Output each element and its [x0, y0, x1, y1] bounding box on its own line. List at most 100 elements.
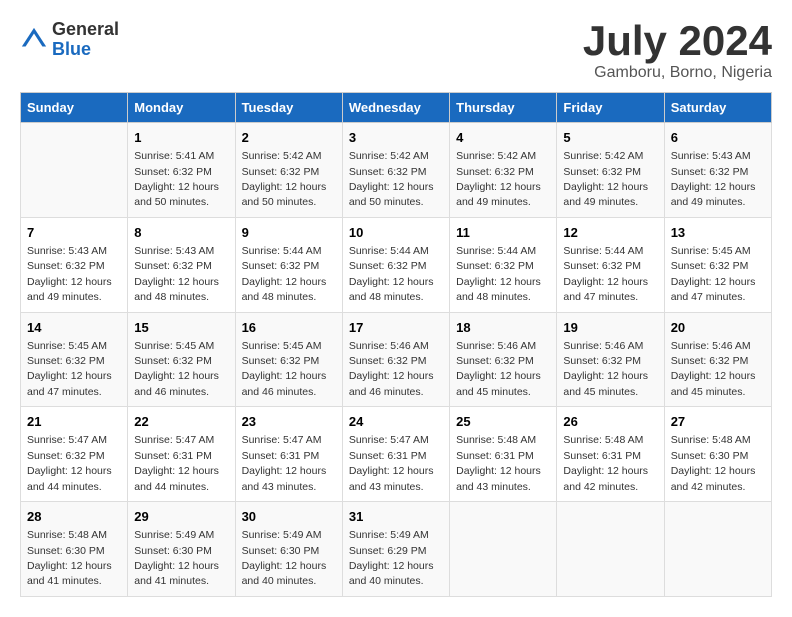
- day-info: Sunrise: 5:49 AM Sunset: 6:30 PM Dayligh…: [134, 529, 219, 587]
- col-header-thursday: Thursday: [450, 93, 557, 123]
- day-info: Sunrise: 5:48 AM Sunset: 6:31 PM Dayligh…: [563, 434, 648, 492]
- calendar-cell: 11Sunrise: 5:44 AM Sunset: 6:32 PM Dayli…: [450, 217, 557, 312]
- day-number: 4: [456, 129, 550, 147]
- day-info: Sunrise: 5:47 AM Sunset: 6:32 PM Dayligh…: [27, 434, 112, 492]
- day-info: Sunrise: 5:47 AM Sunset: 6:31 PM Dayligh…: [349, 434, 434, 492]
- day-info: Sunrise: 5:49 AM Sunset: 6:29 PM Dayligh…: [349, 529, 434, 587]
- calendar-table: SundayMondayTuesdayWednesdayThursdayFrid…: [20, 92, 772, 597]
- day-number: 14: [27, 319, 121, 337]
- calendar-cell: 3 Sunrise: 5:42 AM Sunset: 6:32 PM Daylig…: [342, 123, 449, 218]
- col-header-friday: Friday: [557, 93, 664, 123]
- col-header-tuesday: Tuesday: [235, 93, 342, 123]
- day-info: Sunrise: 5:43 AM Sunset: 6:32 PM Dayligh…: [134, 245, 219, 303]
- day-number: 19: [563, 319, 657, 337]
- day-number: 12: [563, 224, 657, 242]
- calendar-cell: 7 Sunrise: 5:43 AM Sunset: 6:32 PM Daylig…: [21, 217, 128, 312]
- day-number: 27: [671, 413, 765, 431]
- calendar-cell: 14 Sunrise: 5:45 AM Sunset: 6:32 PM Dayli…: [21, 312, 128, 407]
- day-number: 30: [242, 508, 336, 526]
- logo-general: General: [52, 20, 119, 40]
- day-info: Sunrise: 5:45 AM Sunset: 6:32 PM Dayligh…: [134, 340, 219, 398]
- calendar-cell: 16Sunrise: 5:45 AM Sunset: 6:32 PM Dayli…: [235, 312, 342, 407]
- col-header-wednesday: Wednesday: [342, 93, 449, 123]
- calendar-cell: 5 Sunrise: 5:42 AM Sunset: 6:32 PM Daylig…: [557, 123, 664, 218]
- day-number: 28: [27, 508, 121, 526]
- calendar-cell: 22 Sunrise: 5:47 AM Sunset: 6:31 PM Dayli…: [128, 407, 235, 502]
- day-info: Sunrise: 5:46 AM Sunset: 6:32 PM Dayligh…: [456, 340, 541, 398]
- logo-blue: Blue: [52, 40, 119, 60]
- calendar-cell: 20Sunrise: 5:46 AM Sunset: 6:32 PM Dayli…: [664, 312, 771, 407]
- week-row-4: 21 Sunrise: 5:47 AM Sunset: 6:32 PM Dayli…: [21, 407, 772, 502]
- calendar-cell: 15 Sunrise: 5:45 AM Sunset: 6:32 PM Dayli…: [128, 312, 235, 407]
- day-number: 8: [134, 224, 228, 242]
- day-number: 24: [349, 413, 443, 431]
- day-number: 1: [134, 129, 228, 147]
- calendar-cell: 1Sunrise: 5:41 AM Sunset: 6:32 PM Daylig…: [128, 123, 235, 218]
- day-number: 7: [27, 224, 121, 242]
- day-info: Sunrise: 5:44 AM Sunset: 6:32 PM Dayligh…: [456, 245, 541, 303]
- day-info: Sunrise: 5:46 AM Sunset: 6:32 PM Dayligh…: [671, 340, 756, 398]
- calendar-cell: 8 Sunrise: 5:43 AM Sunset: 6:32 PM Daylig…: [128, 217, 235, 312]
- calendar-cell: 28 Sunrise: 5:48 AM Sunset: 6:30 PM Dayli…: [21, 502, 128, 597]
- week-row-1: 1Sunrise: 5:41 AM Sunset: 6:32 PM Daylig…: [21, 123, 772, 218]
- week-row-2: 7 Sunrise: 5:43 AM Sunset: 6:32 PM Daylig…: [21, 217, 772, 312]
- calendar-cell: 19 Sunrise: 5:46 AM Sunset: 6:32 PM Dayli…: [557, 312, 664, 407]
- week-row-3: 14 Sunrise: 5:45 AM Sunset: 6:32 PM Dayli…: [21, 312, 772, 407]
- day-number: 17: [349, 319, 443, 337]
- col-header-sunday: Sunday: [21, 93, 128, 123]
- calendar-cell: 24 Sunrise: 5:47 AM Sunset: 6:31 PM Dayli…: [342, 407, 449, 502]
- day-info: Sunrise: 5:42 AM Sunset: 6:32 PM Dayligh…: [349, 150, 434, 208]
- calendar-cell: 10Sunrise: 5:44 AM Sunset: 6:32 PM Dayli…: [342, 217, 449, 312]
- calendar-cell: 30Sunrise: 5:49 AM Sunset: 6:30 PM Dayli…: [235, 502, 342, 597]
- day-info: Sunrise: 5:44 AM Sunset: 6:32 PM Dayligh…: [563, 245, 648, 303]
- col-header-monday: Monday: [128, 93, 235, 123]
- day-number: 15: [134, 319, 228, 337]
- day-info: Sunrise: 5:48 AM Sunset: 6:30 PM Dayligh…: [671, 434, 756, 492]
- title-section: July 2024 Gamboru, Borno, Nigeria: [583, 20, 772, 82]
- day-info: Sunrise: 5:42 AM Sunset: 6:32 PM Dayligh…: [242, 150, 327, 208]
- day-info: Sunrise: 5:46 AM Sunset: 6:32 PM Dayligh…: [349, 340, 434, 398]
- calendar-cell: 13 Sunrise: 5:45 AM Sunset: 6:32 PM Dayli…: [664, 217, 771, 312]
- day-number: 18: [456, 319, 550, 337]
- calendar-cell: 17 Sunrise: 5:46 AM Sunset: 6:32 PM Dayli…: [342, 312, 449, 407]
- logo-text: General Blue: [52, 20, 119, 60]
- calendar-cell: [21, 123, 128, 218]
- day-info: Sunrise: 5:44 AM Sunset: 6:32 PM Dayligh…: [349, 245, 434, 303]
- day-info: Sunrise: 5:47 AM Sunset: 6:31 PM Dayligh…: [134, 434, 219, 492]
- calendar-cell: 29 Sunrise: 5:49 AM Sunset: 6:30 PM Dayli…: [128, 502, 235, 597]
- day-number: 3: [349, 129, 443, 147]
- calendar-cell: 4Sunrise: 5:42 AM Sunset: 6:32 PM Daylig…: [450, 123, 557, 218]
- page-header: General Blue July 2024 Gamboru, Borno, N…: [20, 20, 772, 82]
- calendar-cell: [450, 502, 557, 597]
- day-info: Sunrise: 5:43 AM Sunset: 6:32 PM Dayligh…: [27, 245, 112, 303]
- subtitle: Gamboru, Borno, Nigeria: [583, 64, 772, 82]
- calendar-cell: 2 Sunrise: 5:42 AM Sunset: 6:32 PM Daylig…: [235, 123, 342, 218]
- day-info: Sunrise: 5:45 AM Sunset: 6:32 PM Dayligh…: [671, 245, 756, 303]
- calendar-cell: 27 Sunrise: 5:48 AM Sunset: 6:30 PM Dayli…: [664, 407, 771, 502]
- day-info: Sunrise: 5:46 AM Sunset: 6:32 PM Dayligh…: [563, 340, 648, 398]
- day-info: Sunrise: 5:45 AM Sunset: 6:32 PM Dayligh…: [27, 340, 112, 398]
- day-number: 22: [134, 413, 228, 431]
- day-number: 21: [27, 413, 121, 431]
- day-number: 2: [242, 129, 336, 147]
- day-number: 6: [671, 129, 765, 147]
- day-number: 26: [563, 413, 657, 431]
- calendar-cell: 6 Sunrise: 5:43 AM Sunset: 6:32 PM Daylig…: [664, 123, 771, 218]
- day-number: 25: [456, 413, 550, 431]
- day-number: 5: [563, 129, 657, 147]
- calendar-cell: 23Sunrise: 5:47 AM Sunset: 6:31 PM Dayli…: [235, 407, 342, 502]
- week-row-5: 28 Sunrise: 5:48 AM Sunset: 6:30 PM Dayli…: [21, 502, 772, 597]
- day-number: 23: [242, 413, 336, 431]
- col-header-saturday: Saturday: [664, 93, 771, 123]
- day-info: Sunrise: 5:48 AM Sunset: 6:31 PM Dayligh…: [456, 434, 541, 492]
- calendar-cell: 9Sunrise: 5:44 AM Sunset: 6:32 PM Daylig…: [235, 217, 342, 312]
- calendar-cell: 21 Sunrise: 5:47 AM Sunset: 6:32 PM Dayli…: [21, 407, 128, 502]
- day-number: 29: [134, 508, 228, 526]
- day-info: Sunrise: 5:42 AM Sunset: 6:32 PM Dayligh…: [563, 150, 648, 208]
- day-info: Sunrise: 5:45 AM Sunset: 6:32 PM Dayligh…: [242, 340, 327, 398]
- day-info: Sunrise: 5:43 AM Sunset: 6:32 PM Dayligh…: [671, 150, 756, 208]
- day-number: 13: [671, 224, 765, 242]
- calendar-cell: 12 Sunrise: 5:44 AM Sunset: 6:32 PM Dayli…: [557, 217, 664, 312]
- day-info: Sunrise: 5:48 AM Sunset: 6:30 PM Dayligh…: [27, 529, 112, 587]
- calendar-cell: 31Sunrise: 5:49 AM Sunset: 6:29 PM Dayli…: [342, 502, 449, 597]
